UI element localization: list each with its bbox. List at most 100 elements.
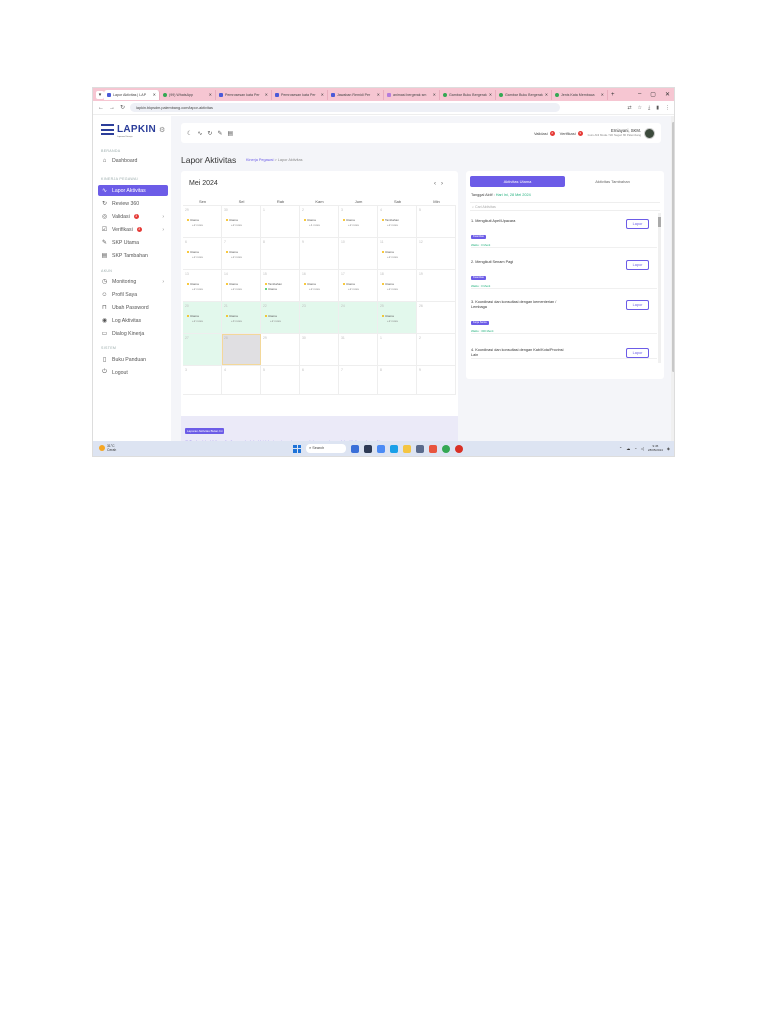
close-tab-icon[interactable]: ✕ — [377, 92, 380, 97]
event-label[interactable]: Utama — [265, 287, 277, 291]
lapor-button[interactable]: Lapor — [626, 219, 649, 229]
next-month-button[interactable]: › — [441, 181, 448, 187]
download-icon[interactable]: ⤓ — [648, 105, 650, 111]
tray-chevron-icon[interactable]: ⌃ — [619, 446, 622, 451]
calendar-day-cell[interactable]: 24 — [339, 302, 378, 333]
more-events-link[interactable]: +2 more — [387, 255, 398, 259]
calendar-day-cell[interactable]: 30 — [300, 334, 339, 365]
more-events-link[interactable]: +2 more — [387, 319, 398, 323]
calendar-day-cell[interactable]: 29 — [261, 334, 300, 365]
more-events-link[interactable]: +2 more — [348, 223, 359, 227]
extension-icon[interactable]: ▮ — [656, 105, 659, 111]
close-tab-icon[interactable]: ✕ — [209, 92, 212, 97]
tab-aktivitas-utama[interactable]: Aktivitas Utama — [470, 176, 565, 187]
browser-tab[interactable]: Lapor Aktivitas | LAP ✕ — [104, 89, 160, 100]
browser-tab[interactable]: Pemrosesan kata Per ✕ — [272, 89, 328, 100]
wifi-icon[interactable]: ◔ — [634, 446, 636, 451]
logo[interactable]: LAPKIN Laporan Kinerja — [101, 124, 156, 138]
event-label[interactable]: Utama — [304, 282, 316, 286]
more-events-link[interactable]: +2 more — [231, 255, 242, 259]
calendar-day-cell[interactable]: 2 Utama +1 more — [300, 206, 339, 237]
event-label[interactable]: Utama — [304, 218, 316, 222]
more-events-link[interactable]: +1 more — [309, 223, 320, 227]
more-events-link[interactable]: +3 more — [231, 319, 242, 323]
calendar-day-cell[interactable]: 30 Utama +2 more — [222, 206, 261, 237]
taskview-icon[interactable] — [351, 444, 359, 453]
event-label[interactable]: Tambahan — [265, 282, 282, 286]
sidebar-item-skp-tambahan[interactable]: ▤ SKP Tambahan — [98, 250, 168, 261]
calendar-day-cell[interactable]: 4 Tambahan +2 more — [378, 206, 417, 237]
sidebar-item-buku-panduan[interactable]: ▯ Buku Panduan — [98, 354, 168, 365]
calendar-day-cell[interactable]: 4 — [222, 366, 261, 394]
event-label[interactable]: Utama — [382, 282, 394, 286]
url-field[interactable]: lapkin.bkpsdm.palembang.com/lapor-aktivi… — [130, 103, 561, 112]
calendar-day-cell[interactable]: 7 Utama +2 more — [222, 238, 261, 269]
event-label[interactable]: Utama — [187, 218, 199, 222]
calendar-day-cell[interactable]: 10 — [339, 238, 378, 269]
close-tab-icon[interactable]: ✕ — [153, 92, 156, 97]
browser-tab[interactable]: Pemrosesan kata Per ✕ — [216, 89, 272, 100]
close-window-icon[interactable]: ✕ — [665, 91, 670, 98]
breadcrumb-link[interactable]: Kinerja Pegawai — [246, 158, 273, 162]
sidebar-item-logout[interactable]: ⏻ Logout — [98, 367, 168, 378]
file-explorer-icon[interactable] — [403, 444, 411, 453]
calendar-day-cell[interactable]: 8 — [378, 366, 417, 394]
chrome-icon[interactable] — [442, 444, 450, 453]
calendar-day-cell[interactable]: 17 Utama +2 more — [339, 270, 378, 301]
close-tab-icon[interactable]: ✕ — [545, 92, 548, 97]
calendar-day-cell[interactable]: 31 — [339, 334, 378, 365]
volume-icon[interactable]: ◁ — [641, 446, 644, 451]
event-label[interactable]: Utama — [382, 250, 394, 254]
tab-aktivitas-tambahan[interactable]: Aktivitas Tambahan — [565, 176, 660, 187]
lapor-button[interactable]: Lapor — [626, 348, 649, 358]
event-label[interactable]: Utama — [226, 282, 238, 286]
forward-icon[interactable]: → — [109, 105, 115, 111]
reload-icon[interactable]: ↻ — [120, 104, 125, 111]
page-scrollbar[interactable] — [671, 116, 674, 441]
browser-tab[interactable]: animasi bergerak sm ✕ — [384, 89, 440, 100]
more-events-link[interactable]: +2 more — [192, 223, 203, 227]
more-events-link[interactable]: +2 more — [348, 287, 359, 291]
calendar-day-cell[interactable]: 27 — [183, 334, 222, 365]
header-verifikasi[interactable]: Verifikasi 3 — [560, 130, 583, 136]
settings-gear-icon[interactable]: ⚙ — [159, 126, 165, 134]
sidebar-item-skp-utama[interactable]: ✎ SKP Utama — [98, 237, 168, 248]
more-events-link[interactable]: +2 more — [192, 287, 203, 291]
close-tab-icon[interactable]: ✕ — [321, 92, 324, 97]
event-label[interactable]: Utama — [343, 282, 355, 286]
prev-month-button[interactable]: ‹ — [434, 181, 441, 187]
calendar-day-cell[interactable]: 11 Utama +2 more — [378, 238, 417, 269]
refresh-shortcut-icon[interactable]: ↻ — [207, 130, 212, 137]
sidebar-item-verifikasi[interactable]: ☑ Verifikasi 3 › — [98, 224, 168, 235]
sidebar-item-dashboard[interactable]: ⌂ Dashboard — [98, 155, 168, 166]
calendar-day-cell[interactable]: 13 Utama +2 more — [183, 270, 222, 301]
more-events-link[interactable]: +2 more — [192, 255, 203, 259]
more-events-link[interactable]: +2 more — [231, 287, 242, 291]
browser-tab[interactable]: Jawaban Remidi Per ✕ — [328, 89, 384, 100]
calendar-day-cell[interactable]: 1 — [378, 334, 417, 365]
more-events-link[interactable]: +2 more — [270, 319, 281, 323]
calendar-day-cell[interactable]: 12 — [417, 238, 456, 269]
event-label[interactable]: Utama — [226, 250, 238, 254]
more-events-link[interactable]: +2 more — [231, 223, 242, 227]
calendar-day-cell[interactable]: 15 Tambahan Utama — [261, 270, 300, 301]
minimize-icon[interactable]: – — [638, 91, 641, 98]
sidebar-item-lapor-aktivitas[interactable]: ∿ Lapor Aktivitas — [98, 185, 168, 196]
event-label[interactable]: Utama — [187, 250, 199, 254]
calendar-day-cell[interactable]: 23 — [300, 302, 339, 333]
calendar-day-cell[interactable]: 8 — [261, 238, 300, 269]
calendar-day-cell[interactable]: 2 — [417, 334, 456, 365]
sidebar-item-review[interactable]: ↻ Review 360 — [98, 198, 168, 209]
taskbar-search-input[interactable]: ⌕ Search — [306, 444, 346, 453]
sidebar-item-profil[interactable]: ☺ Profil Saya — [98, 289, 168, 300]
browser-tab[interactable]: Gambar Buku Bergerak ✕ — [496, 89, 552, 100]
calendar-day-cell[interactable]: 9 — [300, 238, 339, 269]
taskbar-clock[interactable]: 9:45 28/05/2024 — [648, 444, 663, 452]
app-icon[interactable] — [455, 444, 463, 453]
widgets-icon[interactable] — [364, 444, 372, 453]
file-shortcut-icon[interactable]: ▤ — [227, 130, 233, 137]
maximize-icon[interactable]: ▢ — [650, 91, 656, 98]
windows-start-icon[interactable] — [293, 444, 301, 453]
sidebar-item-log-aktivitas[interactable]: ◉ Log Aktivitas — [98, 315, 168, 326]
user-menu[interactable]: Erniayani, SKM. Guru Ahli Muda / SD Neger… — [588, 127, 655, 139]
